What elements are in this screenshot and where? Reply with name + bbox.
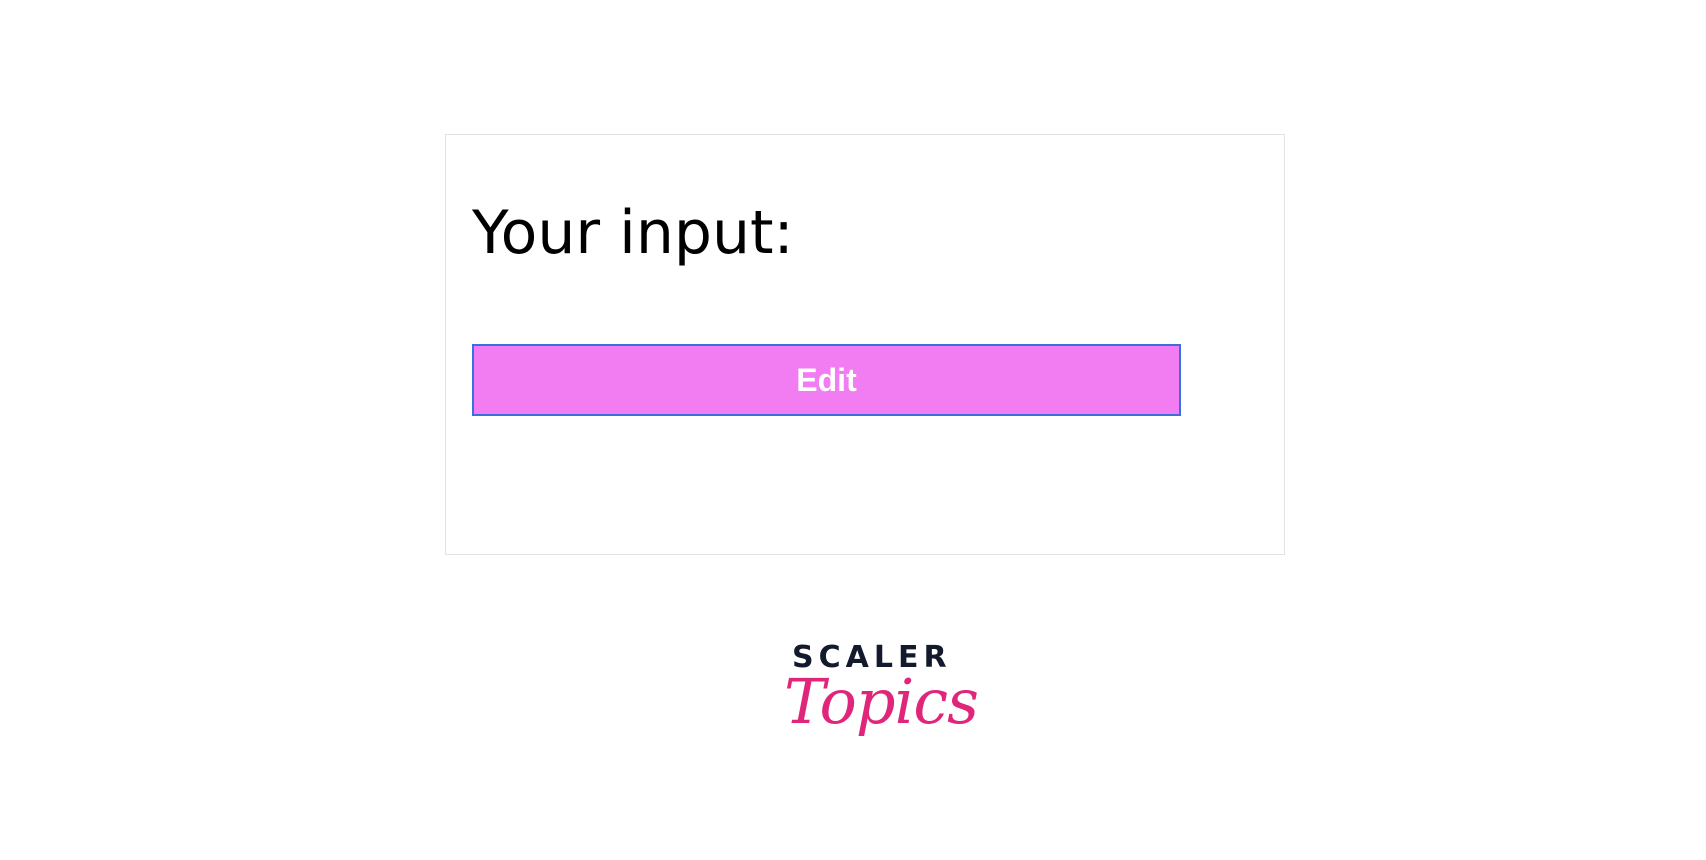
demo-card: Your input: Edit xyxy=(445,134,1285,555)
logo-wordmark-topics: Topics xyxy=(784,665,979,738)
input-heading: Your input: xyxy=(472,198,794,268)
scaler-topics-logo: SCALER Topics xyxy=(770,641,979,771)
edit-button[interactable]: Edit xyxy=(472,344,1181,416)
